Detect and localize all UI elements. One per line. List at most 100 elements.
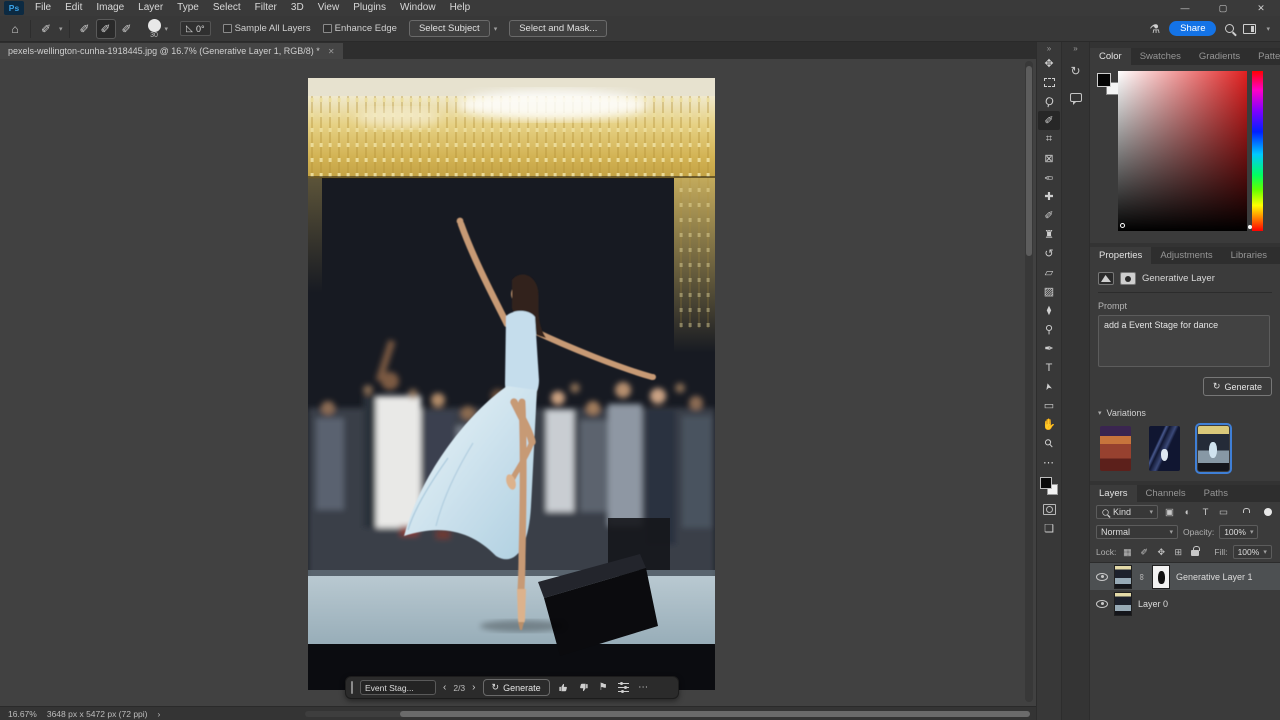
more-options-icon[interactable]: ⋯: [637, 681, 650, 694]
workspace-switcher-icon[interactable]: [1243, 24, 1256, 34]
move-tool[interactable]: ✥: [1038, 54, 1060, 73]
app-logo[interactable]: Ps: [4, 1, 24, 15]
photo-document[interactable]: [308, 78, 715, 690]
layer-visibility-eye-icon[interactable]: [1096, 573, 1108, 581]
layer-row-generative-layer-1[interactable]: ∞ Generative Layer 1: [1090, 563, 1280, 590]
blend-mode-dropdown[interactable]: Normal ▾: [1096, 525, 1178, 539]
thumbs-up-icon[interactable]: [557, 681, 570, 694]
menu-file[interactable]: File: [28, 0, 58, 16]
beaker-icon[interactable]: ⚗: [1149, 22, 1160, 36]
lock-all-icon[interactable]: [1189, 546, 1201, 558]
brush-angle-field[interactable]: ◺ 0°: [180, 21, 211, 36]
shape-tool[interactable]: ▭: [1038, 396, 1060, 415]
menu-type[interactable]: Type: [170, 0, 206, 16]
brush-mode-add-icon[interactable]: ✐: [97, 20, 115, 38]
thumbs-down-icon[interactable]: [577, 681, 590, 694]
tab-libraries[interactable]: Libraries: [1222, 247, 1276, 264]
gradient-tool[interactable]: ▨: [1038, 282, 1060, 301]
tab-swatches[interactable]: Swatches: [1131, 48, 1190, 65]
lock-artboard-icon[interactable]: ⊞: [1172, 547, 1184, 558]
brush-size-dropdown-icon[interactable]: ▾: [165, 25, 169, 33]
toolbar-collapse-icon[interactable]: »: [1047, 44, 1051, 54]
menu-layer[interactable]: Layer: [131, 0, 170, 16]
layer-name[interactable]: Generative Layer 1: [1176, 572, 1253, 582]
tool-preset-icon[interactable]: ✐: [37, 20, 55, 38]
filter-shape-layers-icon[interactable]: ▭: [1217, 507, 1230, 518]
maximize-button[interactable]: ▢: [1204, 0, 1242, 16]
menu-filter[interactable]: Filter: [248, 0, 284, 16]
layer-name[interactable]: Layer 0: [1138, 599, 1168, 609]
crop-tool[interactable]: ⌗: [1038, 130, 1060, 149]
eraser-tool[interactable]: ▱: [1038, 263, 1060, 282]
layer-mask-link-icon[interactable]: ∞: [1137, 573, 1147, 581]
selection-brush-tool[interactable]: ✐: [1038, 111, 1060, 130]
fill-field[interactable]: 100% ▾: [1233, 545, 1272, 559]
brush-size-picker[interactable]: 30: [148, 19, 161, 39]
layer-filter-kind-dropdown[interactable]: Kind ▾: [1096, 505, 1158, 519]
blur-tool[interactable]: ⧫: [1038, 301, 1060, 320]
document-tab[interactable]: pexels-wellington-cunha-1918445.jpg @ 16…: [0, 43, 343, 59]
foreground-color-swatch[interactable]: [1040, 477, 1052, 489]
opacity-field[interactable]: 100% ▾: [1219, 525, 1258, 539]
layer-thumbnail[interactable]: [1114, 565, 1132, 589]
quick-mask-button[interactable]: [1038, 500, 1060, 519]
path-selection-tool[interactable]: ➤: [1038, 377, 1060, 396]
tab-adjustments[interactable]: Adjustments: [1151, 247, 1221, 264]
select-subject-dropdown-icon[interactable]: ▾: [494, 25, 498, 33]
menu-image[interactable]: Image: [89, 0, 131, 16]
variation-thumbnail-2[interactable]: [1149, 426, 1180, 471]
clone-stamp-tool[interactable]: ♜: [1038, 225, 1060, 244]
hue-slider-indicator[interactable]: [1248, 225, 1252, 229]
hue-slider[interactable]: [1252, 71, 1263, 231]
tool-preset-dropdown-icon[interactable]: ▾: [59, 25, 63, 33]
tab-color[interactable]: Color: [1090, 48, 1131, 65]
panels-collapse-icon[interactable]: »: [1073, 44, 1077, 54]
lasso-tool[interactable]: Ϙ: [1038, 92, 1060, 111]
select-subject-button[interactable]: Select Subject: [409, 20, 490, 37]
brush-mode-subtract-icon[interactable]: ✐: [118, 20, 136, 38]
marquee-tool[interactable]: [1038, 73, 1060, 92]
menu-select[interactable]: Select: [206, 0, 248, 16]
minimize-button[interactable]: —: [1166, 0, 1204, 16]
canvas-area[interactable]: ‹ 2/3 › ↻ Generate ⚑: [0, 59, 1036, 706]
next-variation-icon[interactable]: ›: [472, 683, 475, 693]
tab-properties[interactable]: Properties: [1090, 247, 1151, 264]
lock-transparency-icon[interactable]: ▦: [1121, 547, 1133, 558]
properties-sliders-icon[interactable]: [617, 681, 630, 694]
layer-visibility-eye-icon[interactable]: [1096, 600, 1108, 608]
taskbar-prompt-field[interactable]: [360, 680, 436, 695]
filter-pixel-layers-icon[interactable]: ▣: [1163, 507, 1176, 518]
horizontal-scrollbar-thumb[interactable]: [400, 711, 1030, 717]
foreground-background-swatches[interactable]: [1039, 476, 1059, 496]
filter-type-layers-icon[interactable]: T: [1199, 507, 1212, 518]
dodge-tool[interactable]: ⚲: [1038, 320, 1060, 339]
color-picker-indicator[interactable]: [1120, 223, 1125, 228]
lock-position-icon[interactable]: ✥: [1155, 547, 1167, 558]
sample-all-layers-checkbox[interactable]: [223, 24, 232, 33]
menu-edit[interactable]: Edit: [58, 0, 89, 16]
canvas-vertical-scrollbar[interactable]: [1025, 61, 1033, 702]
previous-variation-icon[interactable]: ‹: [443, 683, 446, 693]
hand-tool[interactable]: ✋: [1038, 415, 1060, 434]
select-and-mask-button[interactable]: Select and Mask...: [509, 20, 607, 37]
history-brush-tool[interactable]: ↺: [1038, 244, 1060, 263]
prompt-textarea[interactable]: add a Event Stage for dance: [1098, 315, 1270, 367]
taskbar-drag-handle[interactable]: [351, 681, 353, 694]
saturation-brightness-picker[interactable]: [1118, 71, 1247, 231]
taskbar-generate-button[interactable]: ↻ Generate: [483, 679, 550, 696]
share-button[interactable]: Share: [1169, 21, 1216, 36]
status-dropdown-icon[interactable]: ›: [158, 709, 161, 719]
healing-brush-tool[interactable]: ✚: [1038, 187, 1060, 206]
brush-tool[interactable]: ✐: [1038, 206, 1060, 225]
pen-tool[interactable]: ✒: [1038, 339, 1060, 358]
close-button[interactable]: ✕: [1242, 0, 1280, 16]
generate-button[interactable]: ↻ Generate: [1203, 377, 1272, 396]
filter-adjustment-layers-icon[interactable]: ◐: [1181, 507, 1194, 518]
brush-mode-new-icon[interactable]: ✐: [76, 20, 94, 38]
home-icon[interactable]: ⌂: [6, 20, 24, 38]
canvas-horizontal-scrollbar[interactable]: [305, 711, 1030, 717]
menu-window[interactable]: Window: [393, 0, 443, 16]
layer-mask-thumbnail[interactable]: [1152, 565, 1170, 589]
panel-foreground-swatch[interactable]: [1097, 73, 1111, 87]
zoom-tool[interactable]: ⚲: [1038, 434, 1060, 453]
